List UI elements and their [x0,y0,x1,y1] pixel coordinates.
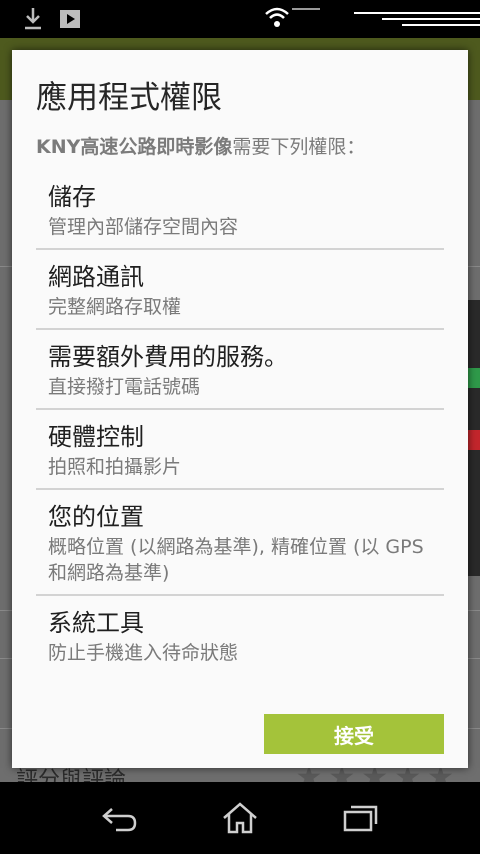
permission-list[interactable]: 儲存 管理內部儲存空間內容 網路通訊 完整網路存取權 需要額外費用的服務。 直接… [36,170,444,700]
permission-title: 網路通訊 [48,263,144,291]
permission-title: 儲存 [48,183,96,211]
accept-button[interactable]: 接受 [264,714,444,754]
recents-icon[interactable] [334,796,386,840]
permission-item-hardware[interactable]: 硬體控制 拍照和拍攝影片 [36,410,444,490]
dialog-title: 應用程式權限 [36,80,222,116]
app-permissions-dialog: 應用程式權限 KNY高速公路即時影像需要下列權限： 儲存 管理內部儲存空間內容 … [12,50,468,768]
permission-title: 硬體控制 [48,423,144,451]
permission-title: 需要額外費用的服務。 [48,343,288,371]
permission-desc: 拍照和拍攝影片 [48,456,182,478]
permission-desc: 概略位置 (以網路為基準), 精確位置 (以 GPS 和網路為基準) [48,536,424,584]
navigation-bar [0,782,480,854]
signal-icon [292,8,480,34]
status-bar [0,0,480,38]
permission-item-network[interactable]: 網路通訊 完整網路存取權 [36,250,444,330]
play-store-icon [58,6,82,34]
wifi-icon [264,6,290,34]
permission-item-location[interactable]: 您的位置 概略位置 (以網路為基準), 精確位置 (以 GPS 和網路為基準) [36,490,444,596]
back-icon[interactable] [94,796,146,840]
permission-item-storage[interactable]: 儲存 管理內部儲存空間內容 [36,170,444,250]
permissions-intro: KNY高速公路即時影像需要下列權限： [36,132,365,159]
permission-title: 系統工具 [48,609,144,637]
permission-desc: 直接撥打電話號碼 [48,376,201,398]
download-icon [22,6,44,36]
permission-title: 您的位置 [48,503,144,531]
intro-app-name: KNY高速公路即時影像 [36,136,233,158]
permission-item-paid-services[interactable]: 需要額外費用的服務。 直接撥打電話號碼 [36,330,444,410]
permission-desc: 管理內部儲存空間內容 [48,216,239,238]
intro-suffix: 需要下列權限： [232,136,366,158]
home-icon[interactable] [214,796,266,840]
permission-item-system-tools[interactable]: 系統工具 防止手機進入待命狀態 [36,596,444,674]
permission-desc: 完整網路存取權 [48,296,182,318]
permission-desc: 防止手機進入待命狀態 [48,642,239,664]
